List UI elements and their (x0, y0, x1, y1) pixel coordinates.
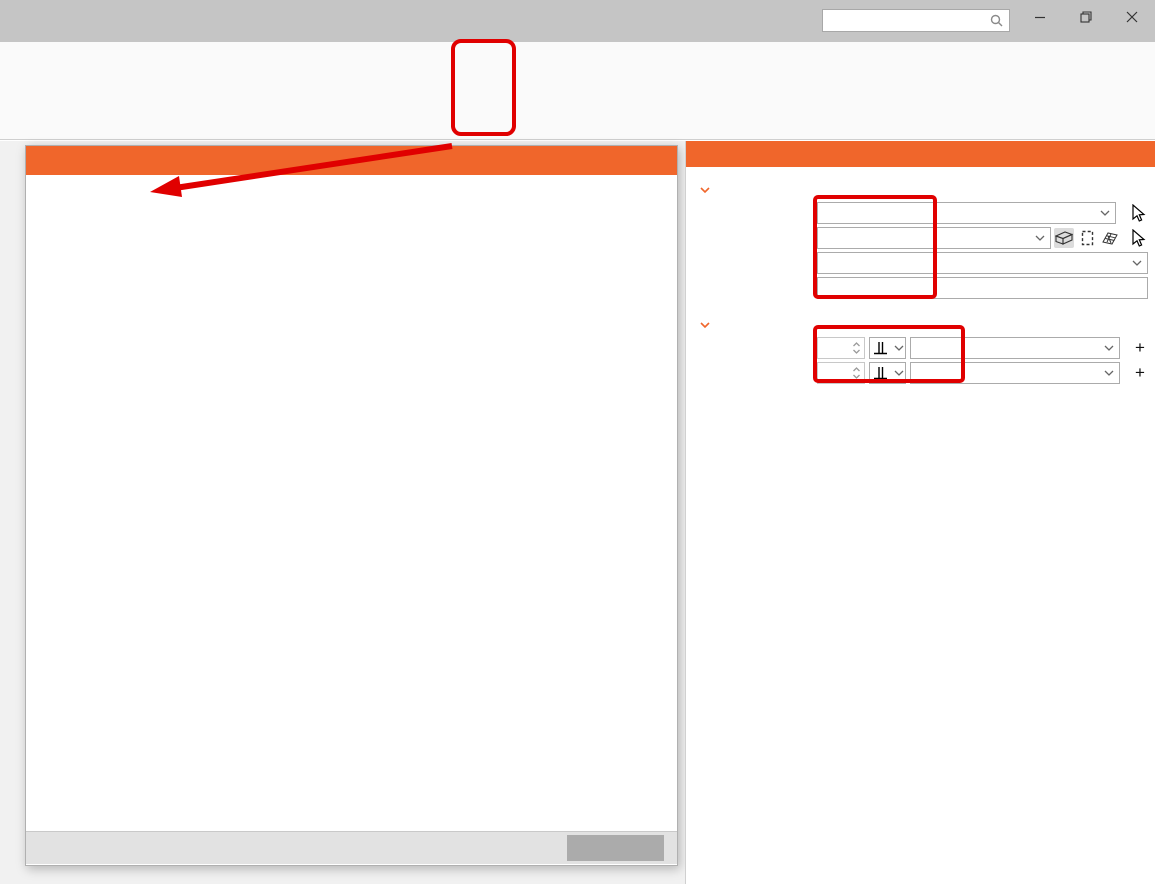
search-box (822, 9, 1010, 32)
flange-weld-size-spinner[interactable] (817, 337, 865, 359)
flanges-weld-row: + (713, 336, 1148, 360)
add-weld-button[interactable]: + (1132, 338, 1148, 358)
window-titlebar (0, 0, 1155, 42)
spinner-arrows-icon[interactable] (852, 366, 864, 380)
chevron-down-icon[interactable] (698, 318, 712, 332)
operation-header (686, 141, 1155, 167)
search-input[interactable] (823, 13, 990, 28)
offset-row (713, 276, 1148, 300)
fillet-weld-icon (873, 365, 888, 381)
operation-grid (26, 175, 677, 179)
cursor-select-icon[interactable] (1128, 228, 1148, 248)
restore-button[interactable] (1063, 0, 1109, 34)
chevron-down-icon (1126, 260, 1142, 266)
cursor-select-icon[interactable] (1128, 203, 1148, 223)
cut-by-row (713, 226, 1148, 250)
web-weld-size-spinner[interactable] (817, 362, 865, 384)
chevron-down-icon (1098, 345, 1114, 351)
cutting-method-combo[interactable] (817, 252, 1148, 274)
select-operation-dialog (25, 145, 678, 866)
member-row (713, 201, 1148, 225)
web-weld-type-combo[interactable] (869, 362, 906, 384)
close-window-button[interactable] (1109, 0, 1155, 34)
ribbon (0, 42, 1155, 140)
chevron-down-icon[interactable] (698, 183, 712, 197)
dialog-body (26, 175, 677, 831)
search-icon (990, 14, 1009, 27)
close-button[interactable] (567, 835, 664, 861)
cut-by-combo[interactable] (817, 227, 1051, 249)
webs-weld-row: + (713, 361, 1148, 385)
properties-panel: + + (685, 141, 1155, 884)
web-weld-material-combo[interactable] (910, 362, 1120, 384)
chevron-down-icon (888, 370, 904, 376)
spinner-arrows-icon[interactable] (852, 341, 864, 355)
chevron-down-icon (1094, 210, 1110, 216)
flange-weld-material-combo[interactable] (910, 337, 1120, 359)
properties-list: + + (686, 167, 1155, 385)
cutting-method-row (713, 251, 1148, 275)
chevron-down-icon (1098, 370, 1114, 376)
section-cut-of-member (686, 179, 1155, 201)
window-controls (1017, 0, 1155, 34)
dialog-footer (26, 831, 677, 864)
flange-weld-type-combo[interactable] (869, 337, 906, 359)
chevron-down-icon (1029, 235, 1045, 241)
offset-input[interactable] (817, 277, 1148, 299)
plate-mode-icon[interactable] (1077, 228, 1097, 248)
workspace: + + (0, 141, 1155, 884)
add-weld-button[interactable]: + (1132, 363, 1148, 383)
chevron-down-icon (888, 345, 904, 351)
app-window: + + (0, 0, 1155, 884)
fillet-weld-icon (873, 340, 888, 356)
minimize-button[interactable] (1017, 0, 1063, 34)
member-combo[interactable] (817, 202, 1116, 224)
section-welds (686, 314, 1155, 336)
solid-mode-icon[interactable] (1054, 228, 1074, 248)
mesh-mode-icon[interactable] (1100, 228, 1120, 248)
dialog-titlebar (26, 146, 677, 175)
